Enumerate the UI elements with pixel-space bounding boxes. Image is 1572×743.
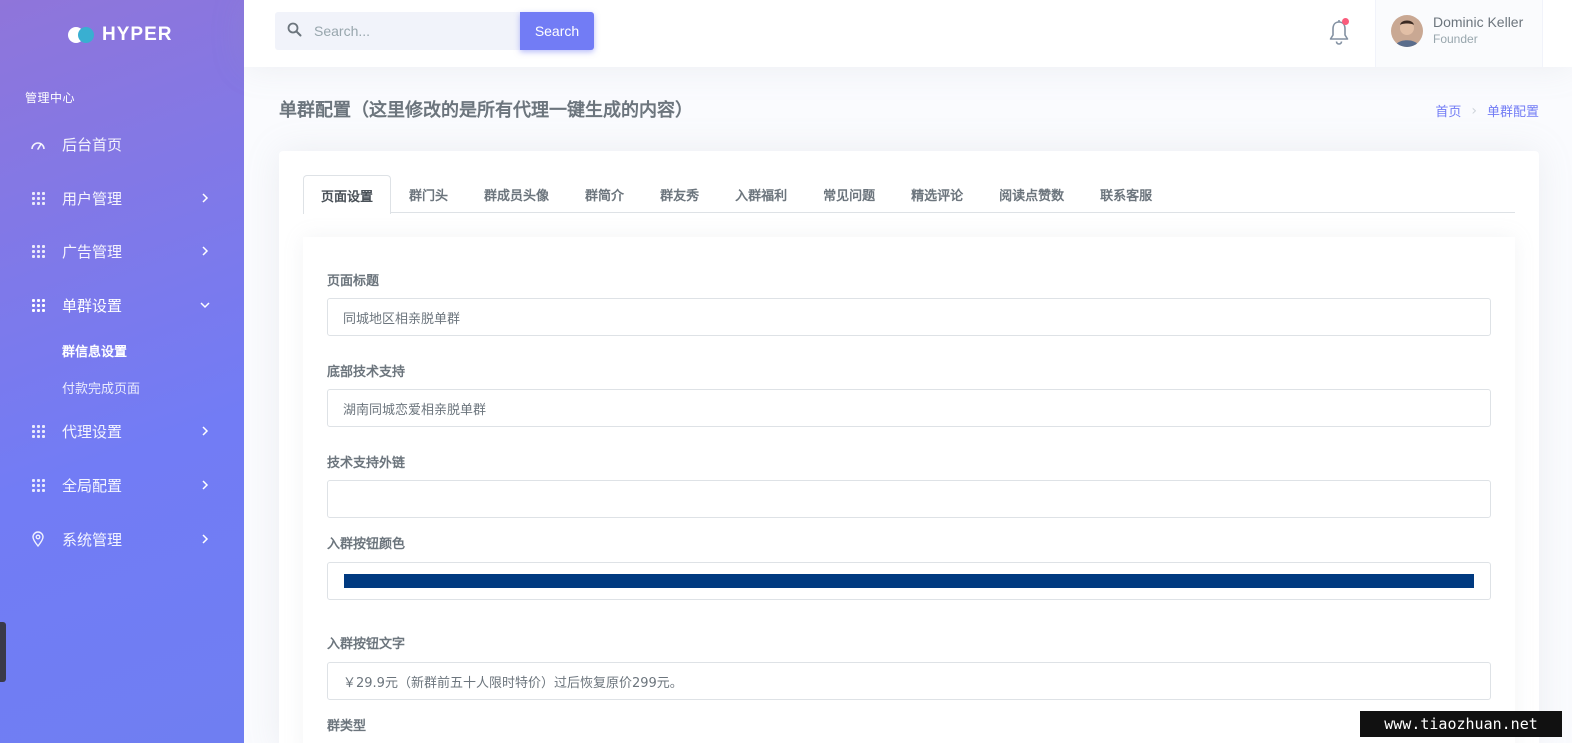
sidebar-item-group-settings[interactable]: 单群设置	[0, 285, 244, 325]
tab-read-like-counts[interactable]: 阅读点赞数	[981, 175, 1082, 213]
sidebar-subitem-payment-complete[interactable]: 付款完成页面	[62, 378, 140, 397]
tab-join-benefits[interactable]: 入群福利	[717, 175, 805, 213]
tab-bar: 页面设置 群门头 群成员头像 群简介 群友秀 入群福利 常见问题 精选评论 阅读…	[303, 175, 1515, 214]
breadcrumb-current[interactable]: 单群配置	[1487, 101, 1539, 120]
chevron-right-icon	[200, 534, 210, 544]
grid-icon	[30, 190, 46, 206]
sidebar-item-label: 单群设置	[62, 296, 123, 315]
page-title-label: 页面标题	[327, 274, 380, 289]
sidebar-item-global-config[interactable]: 全局配置	[0, 465, 244, 505]
button-color-picker[interactable]	[327, 562, 1491, 600]
notification-dot	[1342, 18, 1349, 25]
breadcrumb: 首页 › 单群配置	[1435, 101, 1539, 121]
sidebar-item-label: 后台首页	[62, 135, 123, 154]
user-menu[interactable]: Dominic Keller Founder	[1375, 0, 1543, 67]
tab-faq[interactable]: 常见问题	[805, 175, 893, 213]
button-text-input[interactable]	[327, 662, 1491, 700]
button-text-label: 入群按钮文字	[327, 637, 406, 652]
support-link-label: 技术支持外链	[327, 456, 406, 471]
page-title: 单群配置（这里修改的是所有代理一键生成的内容）	[279, 100, 693, 121]
grid-icon	[30, 477, 46, 493]
sidebar-subitem-group-info[interactable]: 群信息设置	[62, 341, 127, 360]
bell-icon	[1327, 20, 1351, 50]
chevron-right-icon	[200, 426, 210, 436]
support-link-input[interactable]	[327, 480, 1491, 518]
breadcrumb-home[interactable]: 首页	[1435, 101, 1461, 120]
watermark: www.tiaozhuan.net	[1360, 711, 1562, 737]
search-box	[275, 12, 520, 50]
search-bar: Search	[275, 12, 594, 50]
sidebar-item-system[interactable]: 系统管理	[0, 519, 244, 559]
group-type-label: 群类型	[327, 719, 367, 734]
user-name: Dominic Keller	[1433, 14, 1524, 30]
tab-featured-comments[interactable]: 精选评论	[893, 175, 981, 213]
chevron-right-icon	[200, 246, 210, 256]
sidebar-item-label: 用户管理	[62, 189, 123, 208]
sidebar-item-label: 广告管理	[62, 242, 123, 261]
sidebar-item-users[interactable]: 用户管理	[0, 178, 244, 218]
dashboard-icon	[30, 136, 46, 152]
user-role: Founder	[1433, 32, 1478, 46]
tab-contact-support[interactable]: 联系客服	[1082, 175, 1170, 213]
sidebar-item-dashboard[interactable]: 后台首页	[0, 124, 244, 164]
chevron-down-icon	[200, 300, 210, 310]
search-input[interactable]	[314, 23, 504, 39]
button-color-swatch	[344, 574, 1474, 588]
sidebar-section-title: 管理中心	[25, 91, 76, 105]
page-title-input[interactable]	[327, 298, 1491, 336]
topbar: Search Dominic Keller Founder	[244, 0, 1572, 67]
brand-name: HYPER	[102, 24, 173, 45]
tab-member-showcase[interactable]: 群友秀	[642, 175, 717, 213]
sidebar-item-label: 系统管理	[62, 530, 123, 549]
sidebar-item-agent-settings[interactable]: 代理设置	[0, 411, 244, 451]
chevron-right-icon	[200, 480, 210, 490]
config-card: 页面设置 群门头 群成员头像 群简介 群友秀 入群福利 常见问题 精选评论 阅读…	[279, 151, 1539, 743]
sidebar-item-label: 全局配置	[62, 476, 123, 495]
footer-support-label: 底部技术支持	[327, 365, 406, 380]
search-icon	[287, 22, 302, 41]
sidebar-item-ads[interactable]: 广告管理	[0, 231, 244, 271]
button-color-label: 入群按钮颜色	[327, 537, 406, 552]
search-button[interactable]: Search	[520, 12, 594, 50]
tab-page-settings[interactable]: 页面设置	[303, 175, 392, 214]
footer-support-input[interactable]	[327, 389, 1491, 427]
grid-icon	[30, 243, 46, 259]
notification-bell[interactable]	[1327, 18, 1351, 46]
grid-icon	[30, 297, 46, 313]
sidebar: HYPER 管理中心 后台首页 用户管理 广告管理 单群设置 群信息设置 付款完…	[0, 0, 244, 743]
tab-panel: 页面标题 底部技术支持 技术支持外链 入群按钮颜色 入群按钮文字 群类型	[303, 237, 1515, 743]
tab-group-header[interactable]: 群门头	[391, 175, 466, 213]
chevron-right-icon	[200, 193, 210, 203]
breadcrumb-separator-icon: ›	[1471, 102, 1477, 119]
tab-group-intro[interactable]: 群简介	[567, 175, 642, 213]
grid-icon	[30, 423, 46, 439]
tab-member-avatars[interactable]: 群成员头像	[466, 175, 567, 213]
side-edge-handle[interactable]	[0, 622, 6, 682]
logo[interactable]: HYPER	[68, 24, 172, 46]
sidebar-item-label: 代理设置	[62, 422, 123, 441]
logo-icon	[68, 25, 96, 45]
map-pin-icon	[30, 531, 46, 547]
avatar	[1391, 15, 1423, 47]
